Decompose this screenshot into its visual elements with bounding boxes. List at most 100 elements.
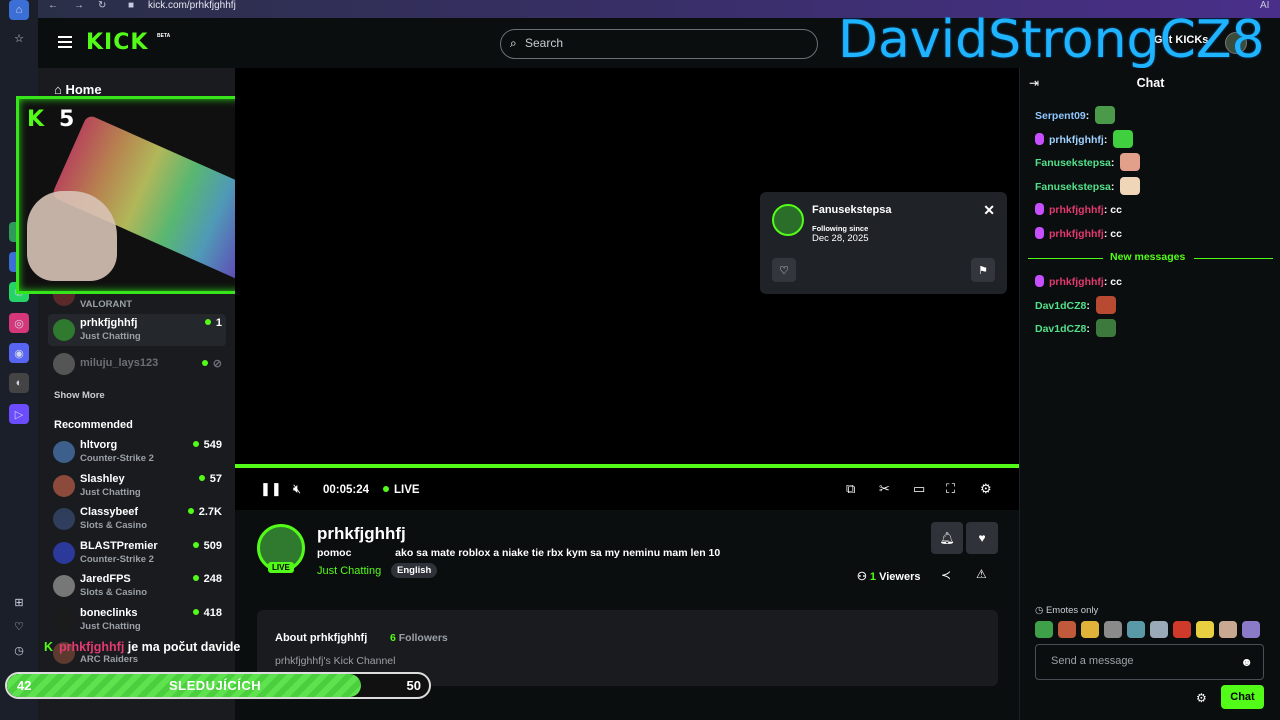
emote-icon[interactable] xyxy=(1173,621,1191,638)
show-more-link[interactable]: Show More xyxy=(54,390,105,401)
beta-badge: BETA xyxy=(157,33,171,39)
channel-name: hltvorg xyxy=(80,439,118,451)
chat-username[interactable]: prhkfjghhfj xyxy=(1049,204,1104,216)
emote-icon[interactable] xyxy=(1104,621,1122,638)
music-icon[interactable]: ◐ xyxy=(9,373,29,393)
report-icon[interactable]: ⚠ xyxy=(976,567,987,581)
emote-icon[interactable] xyxy=(1219,621,1237,638)
mute-icon[interactable]: 🔇︎ xyxy=(293,481,301,497)
mic-badge-icon xyxy=(1035,132,1044,145)
mic-badge-icon xyxy=(1035,226,1044,239)
grid-icon[interactable]: ⊞ xyxy=(9,592,29,612)
share-icon[interactable]: ≺ xyxy=(941,568,951,582)
category-label: ARC Raiders xyxy=(80,654,139,665)
chat-input[interactable] xyxy=(1051,655,1231,667)
mic-badge-icon xyxy=(1035,203,1044,215)
emote-icon[interactable] xyxy=(1150,621,1168,638)
pause-icon[interactable]: ❚❚ xyxy=(260,481,282,497)
chat-username[interactable]: prhkfjghhfj xyxy=(1049,228,1104,240)
sidebar-item-recommended[interactable]: JaredFPS Slots & Casino 248 xyxy=(48,570,226,602)
pip-icon[interactable]: ⧉ xyxy=(846,481,855,497)
category-link[interactable]: Just Chatting xyxy=(317,565,381,577)
instagram-icon[interactable]: ◎ xyxy=(9,313,29,333)
clock-icon[interactable]: ◷ xyxy=(9,640,29,660)
discord-icon[interactable]: ◉ xyxy=(9,343,29,363)
heart-icon[interactable]: ♥ xyxy=(966,522,998,554)
viewer-count: 509 xyxy=(193,540,222,552)
goal-target: 50 xyxy=(406,678,421,693)
channel-name: boneclinks xyxy=(80,606,138,619)
chat-input-box[interactable]: ☻ xyxy=(1035,644,1264,680)
chat-username[interactable]: Dav1dCZ8 xyxy=(1035,300,1086,312)
following-since-date: Dec 28, 2025 xyxy=(812,233,869,244)
popup-username[interactable]: Fanusekstepsa xyxy=(812,204,891,216)
player-controls: ❚❚ 🔇︎ 00:05:24 LIVE ⧉ ✂ ▭ ⛶ ⚙ xyxy=(235,468,1019,510)
avatar xyxy=(53,508,75,530)
following-since-label: Following since xyxy=(812,224,869,233)
player-icon[interactable]: ▷ xyxy=(9,404,29,424)
home-label: Home xyxy=(65,82,102,97)
sidebar-item-recommended[interactable]: BLASTPremier Counter-Strike 2 509 xyxy=(48,537,226,569)
live-indicator[interactable]: LIVE xyxy=(383,484,420,496)
emotes-only-text: Emotes only xyxy=(1045,605,1099,616)
sidebar-item-recommended[interactable]: Classybeef Slots & Casino 2.7K xyxy=(48,503,226,535)
kick-logo[interactable]: KICK xyxy=(86,30,148,55)
chat-username[interactable]: prhkfjghhfj xyxy=(1049,276,1104,288)
sidebar-item-recommended[interactable]: boneclinks Just Chatting 418 xyxy=(48,604,226,636)
sidebar-item-prhkfjghhfj[interactable]: prhkfjghhfj Just Chatting 1 xyxy=(48,314,226,346)
follower-goal-bar: 42 SLEDUJÍCÍCH 50 xyxy=(5,672,431,699)
emote-icon[interactable] xyxy=(1196,621,1214,638)
collapse-chat-icon[interactable]: ⇥ xyxy=(1029,76,1039,90)
theater-icon[interactable]: ▭ xyxy=(913,481,925,497)
emote-icon[interactable] xyxy=(1035,621,1053,638)
search-input[interactable] xyxy=(525,36,805,50)
heart-icon[interactable]: ♡ xyxy=(772,258,796,282)
emote-icon[interactable] xyxy=(1081,621,1099,638)
avatar xyxy=(53,441,75,463)
channel-name[interactable]: prhkfjghhfj xyxy=(317,524,406,544)
menu-icon[interactable] xyxy=(58,36,72,48)
emote-icon[interactable] xyxy=(1242,621,1260,638)
mic-badge-icon xyxy=(1035,275,1044,287)
mute-user-icon[interactable]: ⚑ xyxy=(971,258,995,282)
category-label: Just Chatting xyxy=(80,620,141,632)
chat-username[interactable]: Fanusekstepsa xyxy=(1035,157,1111,169)
heart-icon[interactable]: ♡ xyxy=(9,616,29,636)
star-icon[interactable]: ☆ xyxy=(9,28,29,48)
language-tag[interactable]: English xyxy=(391,563,438,578)
avatar xyxy=(53,474,75,497)
bell-icon[interactable]: 🔔︎ xyxy=(931,522,963,554)
address-bar[interactable]: kick.com/prhkfjghhfj xyxy=(148,0,236,14)
viewer-count: 2.7K xyxy=(188,506,222,518)
chat-username[interactable]: prhkfjghhfj xyxy=(1049,134,1104,146)
offline-icon: ⊘ xyxy=(202,357,222,370)
sidebar-home[interactable]: ⌂ Home xyxy=(54,82,102,97)
chat-username[interactable]: Fanusekstepsa xyxy=(1035,181,1111,193)
home-icon[interactable]: ⌂ xyxy=(9,0,29,20)
goal-label: SLEDUJÍCÍCH xyxy=(169,678,262,693)
stream-title: pomoc ako sa mate roblox a niake tie rbx… xyxy=(317,547,721,559)
chat-title: Chat xyxy=(1136,76,1165,90)
chat-message: Dav1dCZ8: xyxy=(1035,295,1116,316)
sidebar-item-recommended[interactable]: Slashley Just Chatting 57 xyxy=(48,470,226,502)
chat-send-button[interactable]: Chat xyxy=(1221,685,1264,709)
emoji-icon[interactable]: ☻ xyxy=(1240,655,1253,669)
chat-settings-icon[interactable]: ⚙ xyxy=(1196,691,1207,705)
emote-icon[interactable] xyxy=(1058,621,1076,638)
forward-icon[interactable]: → xyxy=(74,0,84,12)
sidebar-item-miluju[interactable]: miluju_lays123 ⊘ xyxy=(48,348,226,380)
close-icon[interactable]: ✕ xyxy=(983,202,995,219)
settings-icon[interactable]: ⚙ xyxy=(980,481,992,497)
sidebar-item-recommended[interactable]: hltvorg Counter-Strike 2 549 xyxy=(48,436,226,468)
new-messages-label: New messages xyxy=(1110,251,1186,263)
channel-description: prhkfjghhfj's Kick Channel xyxy=(275,655,396,667)
back-icon[interactable]: ← xyxy=(48,0,58,12)
fullscreen-icon[interactable]: ⛶ xyxy=(946,481,955,497)
emote-icon[interactable] xyxy=(1127,621,1145,638)
search-box[interactable]: ⌕ xyxy=(500,29,818,59)
reload-icon[interactable]: ↻ xyxy=(98,0,106,12)
chat-username[interactable]: Dav1dCZ8 xyxy=(1035,323,1086,335)
clip-icon[interactable]: ✂ xyxy=(879,481,890,497)
chat-username[interactable]: Serpent09 xyxy=(1035,110,1086,122)
emote-icon xyxy=(1095,106,1116,124)
